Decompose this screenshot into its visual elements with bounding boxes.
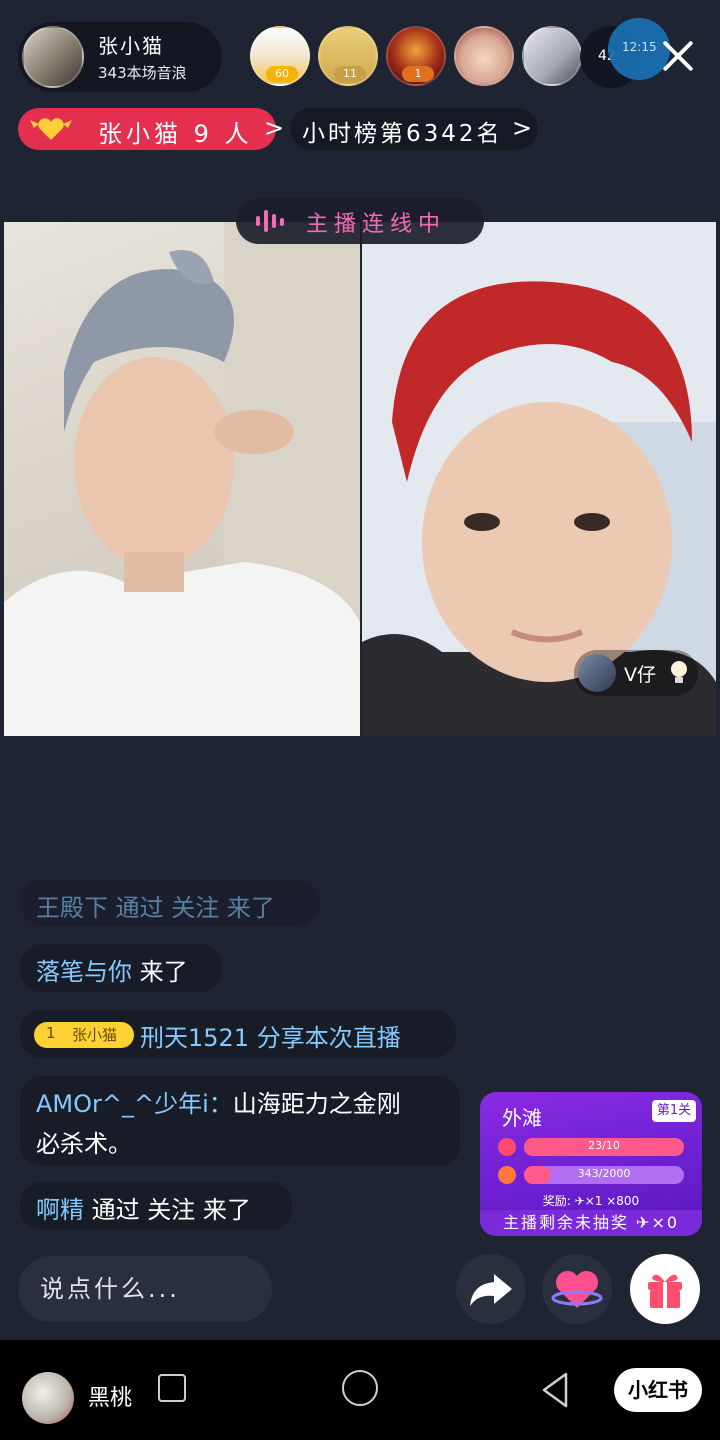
chat-user[interactable]: AMOr^_^少年i： (36, 1090, 233, 1118)
chat-user[interactable]: 王殿下 (36, 894, 108, 922)
music-note-icon (498, 1166, 516, 1184)
progress-label: 343/2000 (577, 1167, 631, 1180)
connect-status: 主播连线中 (236, 198, 484, 244)
chat-user[interactable]: 落笔与你 (36, 958, 132, 986)
activity-stage: 第1关 (652, 1100, 696, 1122)
chat-text-continued: 必杀术。 (36, 1130, 132, 1158)
chat-text: 山海距力之金刚 (232, 1090, 401, 1118)
chat-text: 来了 (132, 958, 188, 986)
activity-progress-row: 23/10 (498, 1136, 684, 1158)
recent-apps-icon[interactable] (158, 1374, 186, 1402)
chat-message[interactable]: 1 张小猫 刑天1521 分享本次直播 (20, 1010, 456, 1058)
activity-reward: 奖励: ✈×1 ×800 (542, 1194, 640, 1208)
fan-club-tag: 张小猫 (72, 1026, 118, 1044)
chevron-right-icon: > (264, 114, 285, 142)
heart-icon (551, 1270, 603, 1308)
viewer-avatar[interactable]: 1 (386, 26, 446, 86)
system-nav-bar: 黑桃 小红书 (0, 1340, 720, 1440)
live-room: 张小猫 343本场音浪 60 11 1 42 12:15 张小猫 9 人 > 小… (0, 0, 720, 1340)
host-sound-wave-count: 343本场音浪 (98, 64, 187, 82)
close-icon[interactable] (656, 34, 700, 78)
brand-logo: 小红书 (614, 1368, 702, 1412)
activity-title: 外滩 (502, 1106, 542, 1130)
viewer-badge: 1 (402, 66, 434, 82)
guest-avatar (578, 654, 616, 692)
progress-bar: 343/2000 (524, 1166, 684, 1184)
comment-input[interactable] (18, 1256, 272, 1322)
progress-label: 23/10 (588, 1139, 620, 1152)
fan-level-number: 1 (46, 1024, 56, 1042)
time-text: 12:15 (622, 40, 657, 54)
fan-club-label: 张小猫 9 人 (98, 120, 253, 148)
chat-text: 通过 关注 来了 (84, 1196, 251, 1224)
hour-rank-label: 小时榜第6342名 (302, 121, 503, 147)
chat-text: 分享本次直播 (249, 1024, 401, 1052)
host-info[interactable]: 张小猫 343本场音浪 (18, 22, 222, 92)
chat-user[interactable]: 刑天1521 (140, 1024, 249, 1052)
activity-progress-row: 343/2000 (498, 1164, 684, 1186)
chevron-right-icon: > (512, 114, 533, 142)
viewer-avatar[interactable]: 60 (250, 26, 310, 86)
sound-wave-icon (256, 210, 284, 232)
host-video[interactable] (4, 222, 360, 736)
activity-lottery-status: 主播剩余未抽奖 ✈×0 (480, 1210, 702, 1236)
home-icon[interactable] (342, 1370, 378, 1406)
winged-heart-icon (30, 118, 72, 140)
hour-rank-button[interactable]: 小时榜第6342名 > (290, 108, 538, 150)
chat-message[interactable]: 啊精 通过 关注 来了 (20, 1182, 292, 1230)
gift-icon (648, 1274, 682, 1308)
viewer-badge: 60 (266, 66, 298, 82)
user-avatar[interactable] (22, 1372, 74, 1424)
fan-level-badge: 1 张小猫 (34, 1022, 134, 1048)
host-name: 张小猫 (98, 34, 164, 58)
viewer-avatar[interactable] (522, 26, 582, 86)
chat-text: 通过 关注 来了 (108, 894, 275, 922)
activity-card[interactable]: 外滩 第1关 23/10 343/2000 奖励: ✈×1 ×800 主播剩余未… (480, 1092, 702, 1236)
guest-name-tag[interactable]: V仔 (574, 650, 698, 696)
lightbulb-icon (671, 661, 687, 683)
share-button[interactable] (456, 1254, 526, 1324)
fan-club-button[interactable]: 张小猫 9 人 > (18, 108, 284, 150)
host-video-illustration (4, 222, 360, 736)
chat-message[interactable]: 落笔与你 来了 (20, 944, 222, 992)
share-arrow-icon (470, 1274, 512, 1306)
clock-icon (498, 1138, 516, 1156)
connect-status-text: 主播连线中 (306, 212, 447, 237)
chat-message[interactable]: AMOr^_^少年i：山海距力之金刚 必杀术。 (20, 1076, 460, 1166)
host-avatar[interactable] (22, 26, 84, 88)
viewer-badge: 11 (334, 66, 366, 82)
back-icon[interactable] (536, 1370, 576, 1410)
user-name: 黑桃 (88, 1386, 133, 1411)
chat-user[interactable]: 啊精 (36, 1196, 84, 1224)
viewer-avatar[interactable] (454, 26, 514, 86)
gift-button[interactable] (630, 1254, 700, 1324)
chat-message[interactable]: 王殿下 通过 关注 来了 (20, 880, 320, 926)
viewer-avatar[interactable]: 11 (318, 26, 378, 86)
progress-bar: 23/10 (524, 1138, 684, 1156)
like-button[interactable] (542, 1254, 612, 1324)
guest-name: V仔 (624, 664, 656, 686)
